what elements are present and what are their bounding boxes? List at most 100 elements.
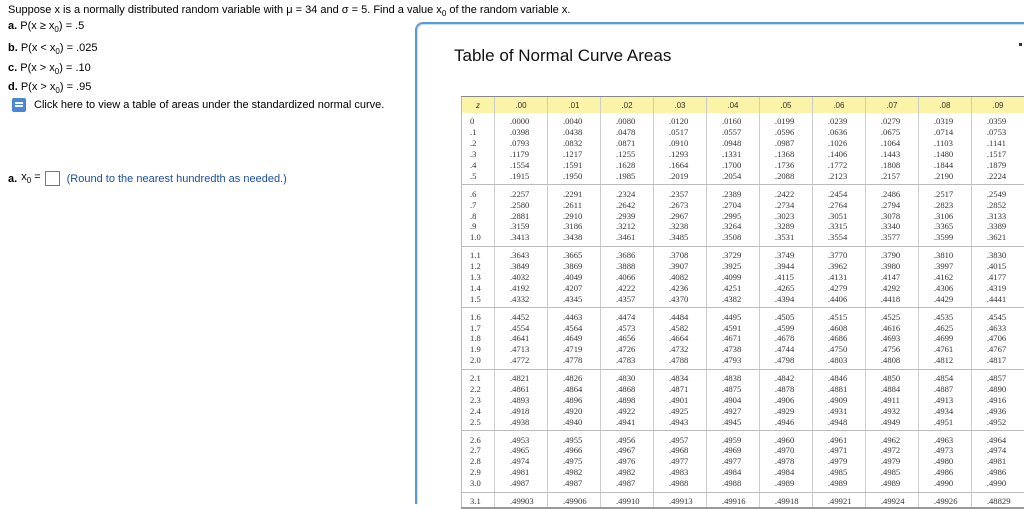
table-cell: .2967 (653, 210, 706, 221)
table-cell: .4887 (918, 384, 971, 395)
table-cell: .2517 (918, 185, 971, 199)
table-cell: .3106 (918, 210, 971, 221)
table-cell: .2704 (706, 199, 759, 210)
table-cell: .4699 (918, 333, 971, 344)
table-cell: .4251 (706, 282, 759, 293)
column-header: z (462, 97, 495, 114)
table-cell: .4803 (812, 355, 865, 369)
table-cell: .2734 (759, 199, 812, 210)
table-row: 1.7.4554.4564.4573.4582.4591.4599.4608.4… (462, 322, 1024, 333)
table-cell: .3238 (653, 221, 706, 232)
table-cell: .3485 (653, 232, 706, 246)
table-cell: .4973 (918, 445, 971, 456)
table-cell: .4934 (918, 405, 971, 416)
table-cell: .4719 (547, 344, 600, 355)
table-cell: .4505 (759, 308, 812, 322)
table-cell: .4977 (706, 456, 759, 467)
table-cell: .4904 (706, 394, 759, 405)
table-cell: .4032 (495, 272, 548, 283)
table-cell: .4370 (653, 293, 706, 307)
table-cell: .4871 (653, 384, 706, 395)
table-cell: .4808 (865, 355, 918, 369)
table-cell: .3869 (547, 261, 600, 272)
table-cell: .3315 (812, 221, 865, 232)
table-cell: .4279 (812, 282, 865, 293)
table-cell: .4207 (547, 282, 600, 293)
z-value: .7 (462, 199, 495, 210)
table-cell: .0000 (495, 113, 548, 127)
table-cell: .4788 (653, 355, 706, 369)
answer-input[interactable] (45, 171, 60, 186)
table-cell: .3944 (759, 261, 812, 272)
table-cell: .4082 (653, 272, 706, 283)
table-cell: .0714 (918, 127, 971, 138)
table-cell: .4985 (812, 467, 865, 478)
part-b: b. P(x < x0) = .025 (8, 42, 97, 56)
column-header: .09 (971, 97, 1024, 114)
table-cell: .4989 (759, 478, 812, 492)
z-value: 2.2 (462, 384, 495, 395)
table-cell: .4656 (600, 333, 653, 344)
table-cell: .4495 (706, 308, 759, 322)
table-cell: .1443 (865, 149, 918, 160)
table-cell: .1064 (865, 138, 918, 149)
table-cell: .1772 (812, 160, 865, 171)
table-cell: .4966 (547, 445, 600, 456)
panel-menu-dot[interactable] (1019, 43, 1022, 46)
table-cell: .4913 (918, 394, 971, 405)
table-cell: .1141 (971, 138, 1024, 149)
table-cell: .4616 (865, 322, 918, 333)
table-cell: .4332 (495, 293, 548, 307)
table-cell: .2823 (918, 199, 971, 210)
table-cell: .4625 (918, 322, 971, 333)
table-cell: .4981 (495, 467, 548, 478)
table-row: 2.6.4953.4955.4956.4957.4959.4960.4961.4… (462, 431, 1024, 445)
table-cell: .0478 (600, 127, 653, 138)
table-cell: .3051 (812, 210, 865, 221)
table-cell: .4975 (547, 456, 600, 467)
normal-table-link[interactable]: Click here to view a table of areas unde… (12, 98, 384, 112)
table-row: 1.8.4641.4649.4656.4664.4671.4678.4686.4… (462, 333, 1024, 344)
table-cell: .4982 (547, 467, 600, 478)
table-cell: .4222 (600, 282, 653, 293)
table-cell: .4987 (495, 478, 548, 492)
table-cell: .4066 (600, 272, 653, 283)
table-row: .2.0793.0832.0871.0910.0948.0987.1026.10… (462, 138, 1024, 149)
table-cell: .4857 (971, 369, 1024, 383)
table-cell: .3925 (706, 261, 759, 272)
table-cell: .3708 (653, 246, 706, 260)
z-value: 2.7 (462, 445, 495, 456)
table-cell: .0871 (600, 138, 653, 149)
table-row: 3.0.4987.4987.4987.4988.4988.4989.4989.4… (462, 478, 1024, 492)
table-cell: .4115 (759, 272, 812, 283)
table-cell: .4842 (759, 369, 812, 383)
table-cell: .4817 (971, 355, 1024, 369)
table-cell: .4890 (971, 384, 1024, 395)
table-cell: .4989 (812, 478, 865, 492)
table-cell: .1217 (547, 149, 600, 160)
table-cell: .2324 (600, 185, 653, 199)
table-cell: .4382 (706, 293, 759, 307)
table-cell: .4986 (971, 467, 1024, 478)
column-header: .01 (547, 97, 600, 114)
table-cell: .4099 (706, 272, 759, 283)
table-row: 1.9.4713.4719.4726.4732.4738.4744.4750.4… (462, 344, 1024, 355)
z-value: 1.4 (462, 282, 495, 293)
table-cell: .4474 (600, 308, 653, 322)
table-row: .3.1179.1217.1255.1293.1331.1368.1406.14… (462, 149, 1024, 160)
table-cell: .2549 (971, 185, 1024, 199)
table-cell: .1844 (918, 160, 971, 171)
table-cell: .4936 (971, 405, 1024, 416)
z-value: 1.3 (462, 272, 495, 283)
table-cell: .4990 (918, 478, 971, 492)
table-cell: .4952 (971, 416, 1024, 430)
z-value: 1.0 (462, 232, 495, 246)
table-cell: .3577 (865, 232, 918, 246)
table-row: .6.2257.2291.2324.2357.2389.2422.2454.24… (462, 185, 1024, 199)
table-cell: .2852 (971, 199, 1024, 210)
table-cell: .4974 (971, 445, 1024, 456)
z-value: 1.2 (462, 261, 495, 272)
table-cell: .4985 (865, 467, 918, 478)
table-row: 2.9.4981.4982.4982.4983.4984.4984.4985.4… (462, 467, 1024, 478)
table-cell: .4812 (918, 355, 971, 369)
